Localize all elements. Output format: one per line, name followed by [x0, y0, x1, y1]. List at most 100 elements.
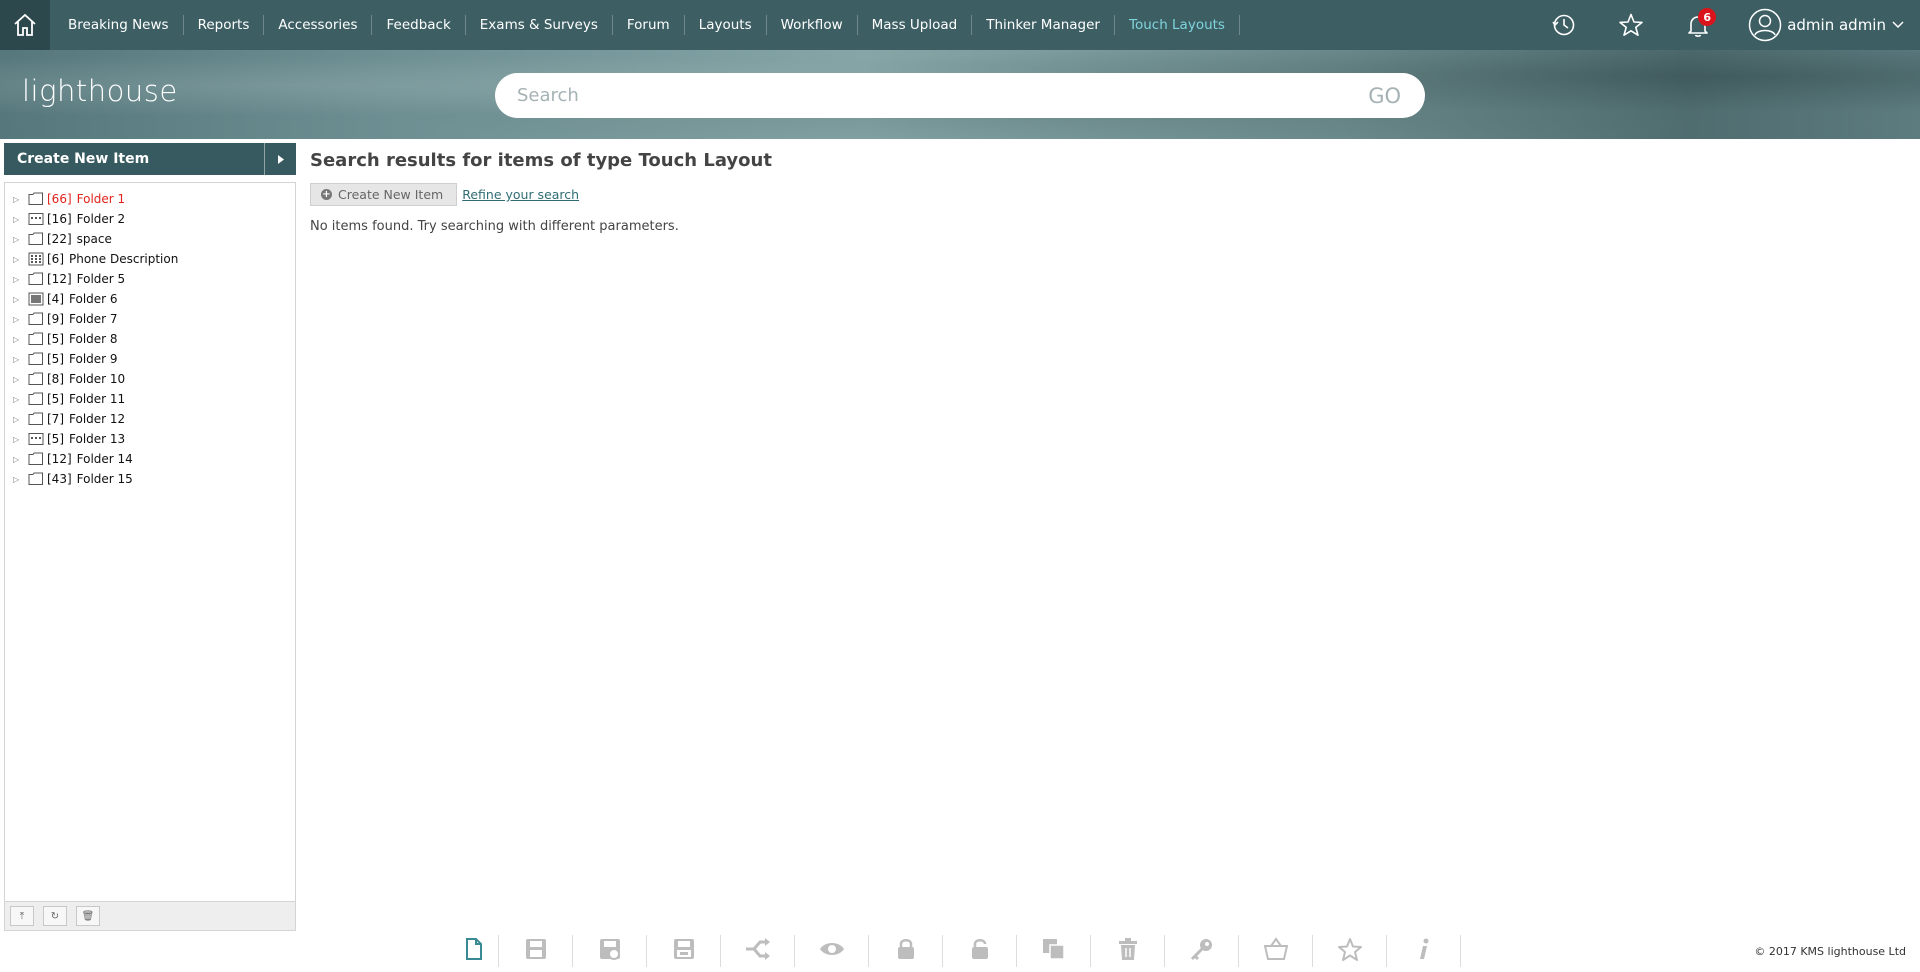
- tree-item-count: [7]: [47, 412, 64, 426]
- tree-item-label: Folder 7: [69, 312, 118, 326]
- tree-item[interactable]: ▷ [5] Folder 9: [5, 349, 295, 369]
- permissions-button[interactable]: [1165, 935, 1239, 967]
- expand-icon[interactable]: ▷: [13, 355, 23, 364]
- expand-icon[interactable]: ▷: [13, 375, 23, 384]
- expand-icon[interactable]: ▷: [13, 255, 23, 264]
- tree-item[interactable]: ▷ [66] Folder 1: [5, 189, 295, 209]
- trash-button[interactable]: 🗑: [76, 906, 100, 926]
- nav-item-touch-layouts[interactable]: Touch Layouts: [1115, 15, 1240, 35]
- expand-icon[interactable]: ▷: [13, 395, 23, 404]
- tree-item[interactable]: ▷ [8] Folder 10: [5, 369, 295, 389]
- banner: lighthouse GO: [0, 50, 1920, 139]
- tree-item-label: Folder 10: [69, 372, 126, 386]
- plus-icon: +: [321, 189, 332, 200]
- copy-button[interactable]: [1017, 935, 1091, 967]
- tree-item-label: Folder 9: [69, 352, 118, 366]
- delete-button[interactable]: [1091, 935, 1165, 967]
- expand-icon[interactable]: ▷: [13, 475, 23, 484]
- tree-item[interactable]: ▷ [7] Folder 12: [5, 409, 295, 429]
- save-icon: [523, 937, 549, 965]
- create-item-button[interactable]: + Create New Item: [310, 183, 458, 206]
- nav-item-layouts[interactable]: Layouts: [685, 15, 767, 35]
- empty-message: No items found. Try searching with diffe…: [310, 219, 679, 234]
- tree-item[interactable]: ▷ [5] Folder 11: [5, 389, 295, 409]
- expand-icon[interactable]: ▷: [13, 195, 23, 204]
- tree-item[interactable]: ▷ [6] Phone Description: [5, 249, 295, 269]
- history-button[interactable]: [1542, 0, 1586, 50]
- tree-item[interactable]: ▷ [5] Folder 8: [5, 329, 295, 349]
- expand-icon[interactable]: ▷: [13, 275, 23, 284]
- top-nav: Breaking News Reports Accessories Feedback E…: [0, 0, 1920, 50]
- info-icon: [1414, 937, 1434, 965]
- create-menu-arrow[interactable]: [264, 143, 296, 175]
- bottom-toolbar: [463, 935, 1461, 967]
- workflow-icon: [744, 937, 772, 965]
- notifications-button[interactable]: 6: [1676, 0, 1720, 50]
- tree-item-count: [8]: [47, 372, 64, 386]
- tree-item-count: [16]: [47, 212, 72, 226]
- go-button[interactable]: GO: [1368, 84, 1401, 108]
- nav-menu: Breaking News Reports Accessories Feedback E…: [54, 0, 1240, 50]
- expand-icon[interactable]: ▷: [13, 415, 23, 424]
- tree-item[interactable]: ▷ [16] Folder 2: [5, 209, 295, 229]
- expand-icon[interactable]: ▷: [13, 235, 23, 244]
- tree-item-label: Phone Description: [69, 252, 179, 266]
- refresh-button[interactable]: ↻: [43, 906, 67, 926]
- search-input[interactable]: [517, 85, 1369, 106]
- expand-icon[interactable]: ▷: [13, 455, 23, 464]
- nav-item-reports[interactable]: Reports: [184, 15, 265, 35]
- preview-button[interactable]: [795, 935, 869, 967]
- history-icon: [1552, 14, 1575, 36]
- new-document-button[interactable]: [463, 935, 499, 967]
- tree-item[interactable]: ▷ [43] Folder 15: [5, 469, 295, 489]
- collapse-button[interactable]: ⤒: [10, 906, 34, 926]
- tree-item-label: Folder 8: [69, 332, 118, 346]
- favorites-button[interactable]: [1609, 0, 1653, 50]
- save-button[interactable]: [499, 935, 573, 967]
- tree-item[interactable]: ▷ [12] Folder 5: [5, 269, 295, 289]
- tree-item[interactable]: ▷ [4] Folder 6: [5, 289, 295, 309]
- tree-item[interactable]: ▷ [9] Folder 7: [5, 309, 295, 329]
- nav-item-mass-upload[interactable]: Mass Upload: [858, 15, 973, 35]
- save-all-button[interactable]: [647, 935, 721, 967]
- expand-icon[interactable]: ▷: [13, 315, 23, 324]
- save-as-icon: [597, 937, 623, 965]
- tree-item-label: Folder 13: [69, 432, 126, 446]
- tree-item[interactable]: ▷ [22] space: [5, 229, 295, 249]
- tree-item-label: Folder 12: [69, 412, 126, 426]
- unlock-button[interactable]: [943, 935, 1017, 967]
- expand-icon[interactable]: ▷: [13, 295, 23, 304]
- user-menu[interactable]: admin admin: [1748, 8, 1904, 42]
- star-icon: [1619, 13, 1644, 36]
- tree-item[interactable]: ▷ [5] Folder 13: [5, 429, 295, 449]
- nav-item-workflow[interactable]: Workflow: [767, 15, 858, 35]
- tree-item[interactable]: ▷ [12] Folder 14: [5, 449, 295, 469]
- lock-button[interactable]: [869, 935, 943, 967]
- permissions-icon: [1189, 937, 1215, 965]
- basket-button[interactable]: [1239, 935, 1313, 967]
- folder-icon: [28, 472, 44, 486]
- tree-footer: ⤒ ↻ 🗑: [4, 901, 296, 931]
- workflow-button[interactable]: [721, 935, 795, 967]
- save-as-button[interactable]: [573, 935, 647, 967]
- expand-icon[interactable]: ▷: [13, 215, 23, 224]
- preview-icon: [818, 937, 846, 965]
- nav-item-exams-surveys[interactable]: Exams & Surveys: [466, 15, 613, 35]
- info-button[interactable]: [1387, 935, 1461, 967]
- create-new-item-button[interactable]: Create New Item: [4, 151, 264, 167]
- nav-item-forum[interactable]: Forum: [613, 15, 685, 35]
- nav-item-feedback[interactable]: Feedback: [372, 15, 466, 35]
- folder-icon: [28, 192, 44, 206]
- nav-item-breaking-news[interactable]: Breaking News: [54, 15, 184, 35]
- favorite-button[interactable]: [1313, 935, 1387, 967]
- folder-icon: [28, 312, 44, 326]
- home-button[interactable]: [0, 0, 50, 50]
- folder-dots-icon: [28, 212, 44, 226]
- nav-item-accessories[interactable]: Accessories: [264, 15, 373, 35]
- expand-icon[interactable]: ▷: [13, 335, 23, 344]
- logo[interactable]: lighthouse: [22, 74, 178, 108]
- refine-search-link[interactable]: Refine your search: [462, 187, 579, 202]
- nav-item-thinker-manager[interactable]: Thinker Manager: [972, 15, 1115, 35]
- expand-icon[interactable]: ▷: [13, 435, 23, 444]
- tree-item-count: [22]: [47, 232, 72, 246]
